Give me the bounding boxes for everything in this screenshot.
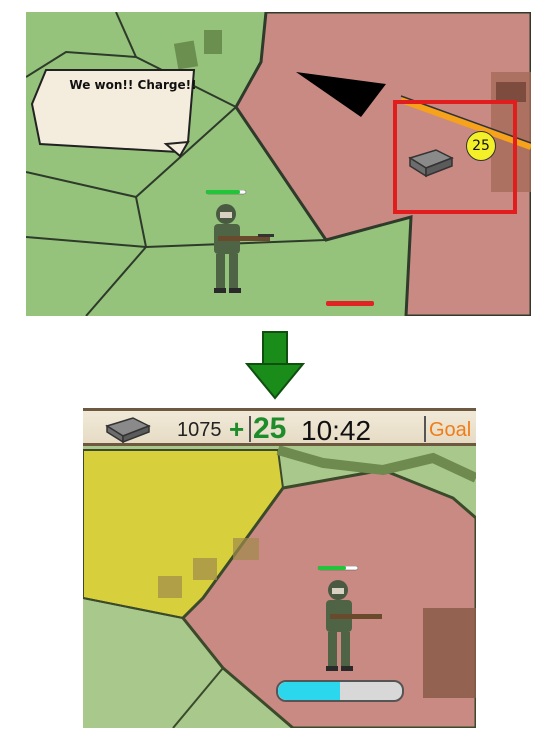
hud-divider	[249, 416, 251, 442]
down-arrow-icon	[245, 331, 305, 400]
ammo-crate-icon	[105, 417, 151, 444]
hud-divider	[424, 416, 426, 442]
ammo-count: 1075	[177, 419, 222, 441]
soldier-sprite[interactable]	[188, 190, 278, 300]
supply-counter: 25	[466, 131, 496, 161]
game-timer: 10:42	[301, 415, 372, 446]
goal-button[interactable]: Goal	[429, 419, 471, 442]
battlefield-map-bottom[interactable]	[83, 408, 476, 728]
capture-progress-fill	[278, 682, 340, 700]
soldier-sprite[interactable]	[296, 566, 386, 686]
ammo-crate-icon[interactable]	[406, 144, 456, 178]
enemy-health-bar	[326, 301, 374, 306]
speech-text: We won!! Charge!!	[69, 78, 197, 92]
ammo-added: 25	[253, 412, 287, 445]
bottom-game-view[interactable]: 1075 + 25 10:42 Goal	[83, 408, 476, 728]
plus-sign: +	[229, 414, 245, 444]
top-game-view[interactable]: We won!! Charge!! 25	[26, 12, 531, 316]
capture-progress-bar	[276, 680, 404, 702]
resource-hud: 1075 + 25 10:42 Goal	[83, 408, 476, 446]
